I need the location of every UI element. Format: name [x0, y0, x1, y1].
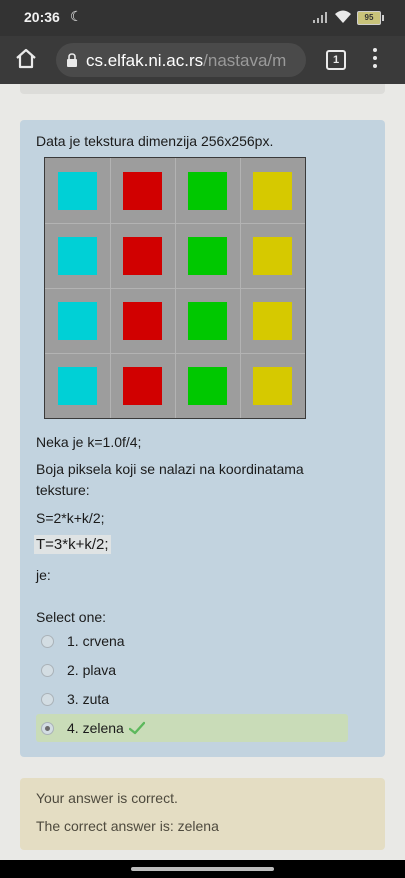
radio-crvena[interactable]	[41, 634, 54, 648]
system-nav-bar	[0, 860, 405, 878]
lock-icon	[67, 53, 77, 67]
status-bar: 20:36 ☾ 95	[0, 0, 405, 36]
status-time: 20:36	[24, 9, 60, 25]
texture-color-square	[188, 301, 227, 340]
texture-color-square	[58, 366, 97, 405]
option-zuta[interactable]: 3. zuta	[36, 685, 348, 713]
option-label: 3. zuta	[67, 691, 110, 707]
t-formula: T=3*k+k/2;	[34, 535, 111, 554]
texture-color-square	[58, 171, 97, 210]
texture-color-square	[253, 171, 292, 210]
radio-zelena[interactable]	[41, 721, 54, 735]
texture-color-square	[123, 366, 162, 405]
texture-color-square	[253, 236, 292, 275]
je-label: je:	[36, 567, 51, 583]
battery-icon: 95	[357, 11, 384, 25]
texture-color-square	[188, 236, 227, 275]
question-intro: Data je tekstura dimenzija 256x256px.	[36, 133, 274, 149]
texture-color-square	[58, 301, 97, 340]
grid-line	[45, 353, 305, 354]
feedback-result: Your answer is correct.	[36, 790, 178, 806]
texture-color-square	[188, 171, 227, 210]
tab-switcher-button[interactable]: 1	[326, 50, 346, 70]
t-formula-wrap: T=3*k+k/2;	[34, 535, 111, 554]
option-zelena[interactable]: 4. zelena	[36, 714, 348, 742]
option-label: 2. plava	[67, 662, 117, 678]
option-crvena[interactable]: 1. crvena	[36, 627, 348, 655]
check-icon	[128, 721, 145, 735]
address-bar[interactable]: cs.elfak.ni.ac.rs/nastava/m	[56, 43, 306, 77]
feedback-box: Your answer is correct. The correct answ…	[20, 778, 385, 850]
home-icon[interactable]	[14, 47, 38, 71]
do-not-disturb-icon: ☾	[70, 8, 83, 24]
radio-plava[interactable]	[41, 663, 54, 677]
texture-color-square	[123, 236, 162, 275]
previous-question-card	[20, 84, 385, 94]
option-plava[interactable]: 2. plava	[36, 656, 348, 684]
s-formula: S=2*k+k/2;	[36, 510, 105, 526]
select-one-label: Select one:	[36, 609, 107, 625]
option-label: 1. crvena	[67, 633, 125, 649]
home-gesture-handle[interactable]	[131, 867, 274, 871]
question-text-line-2: teksture:	[36, 482, 90, 498]
texture-color-square	[58, 236, 97, 275]
question-text-line-1: Boja piksela koji se nalazi na koordinat…	[36, 461, 304, 477]
question-card: Data je tekstura dimenzija 256x256px. Ne…	[20, 120, 385, 757]
radio-zuta[interactable]	[41, 692, 54, 706]
texture-color-square	[188, 366, 227, 405]
url-path: /nastava/m	[203, 51, 287, 70]
wifi-icon	[335, 10, 351, 23]
k-definition: Neka je k=1.0f/4;	[36, 434, 142, 450]
texture-color-square	[253, 366, 292, 405]
grid-line	[240, 158, 241, 418]
texture-image	[44, 157, 306, 419]
signal-icon	[313, 12, 327, 23]
feedback-correct-answer: The correct answer is: zelena	[36, 818, 219, 834]
url-text: cs.elfak.ni.ac.rs/nastava/m	[86, 51, 286, 71]
url-host: cs.elfak.ni.ac.rs	[86, 51, 204, 70]
option-label: 4. zelena	[67, 720, 124, 736]
texture-color-square	[123, 171, 162, 210]
grid-line	[45, 288, 305, 289]
texture-color-square	[253, 301, 292, 340]
browser-toolbar: cs.elfak.ni.ac.rs/nastava/m 1	[0, 36, 405, 84]
menu-icon[interactable]	[370, 48, 380, 72]
texture-color-square	[123, 301, 162, 340]
